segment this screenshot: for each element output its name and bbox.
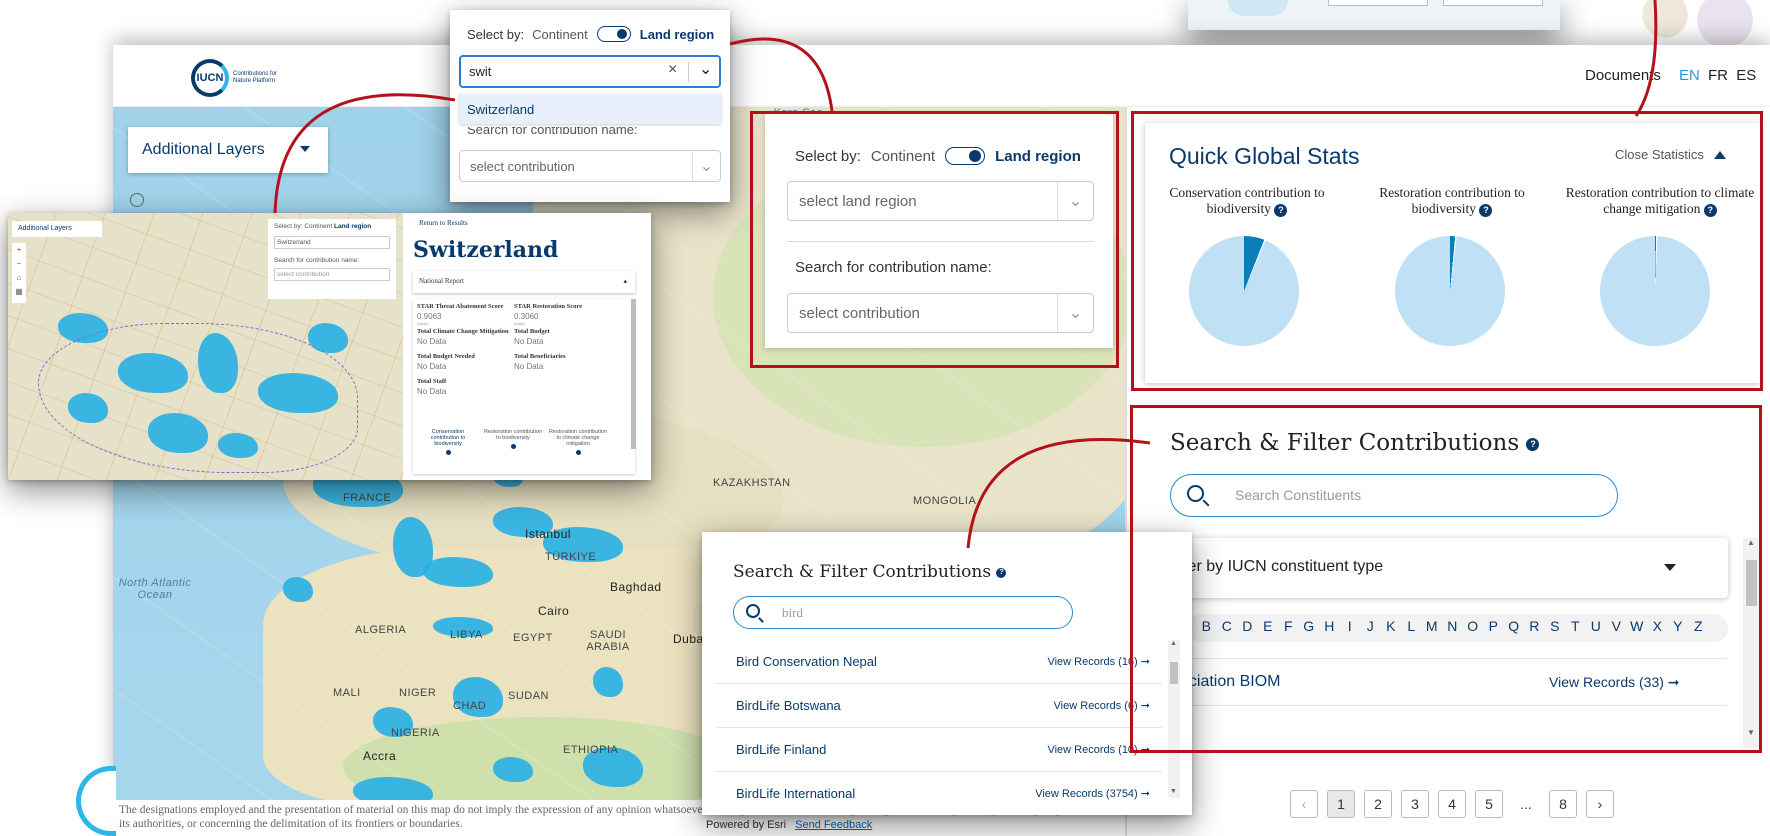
callout-lines [273, 0, 1658, 549]
